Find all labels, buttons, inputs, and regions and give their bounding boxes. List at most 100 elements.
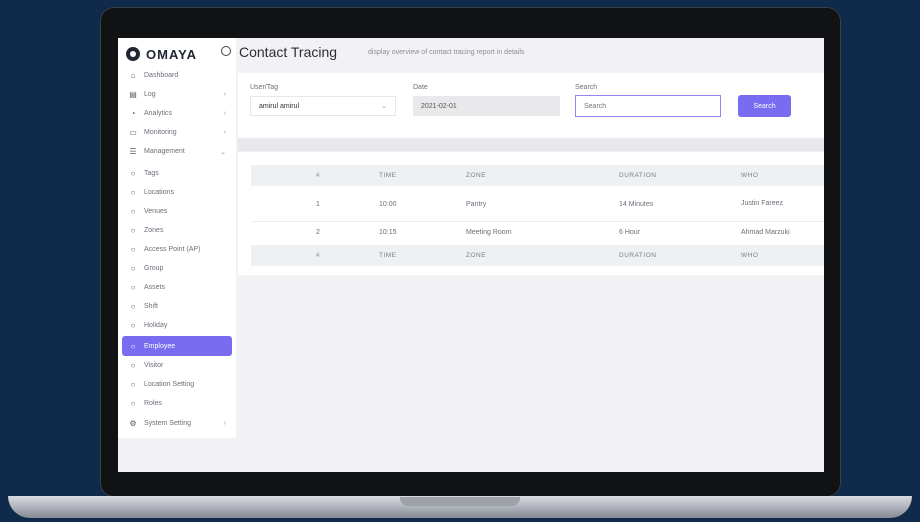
circle-icon: ○ (130, 399, 136, 408)
cell-who: Justin Fareez (741, 200, 784, 207)
cell-zone: Meeting Room (466, 229, 512, 236)
laptop-notch (400, 497, 520, 506)
sidebar-item-label: Group (144, 265, 164, 272)
chevron-down-icon: ⌄ (220, 148, 226, 156)
chevron-down-icon: ⌄ (381, 103, 387, 110)
column-header-zone: ZONE (466, 172, 487, 179)
sidebar-item-system-setting[interactable]: ⚙ System Setting › (122, 415, 232, 432)
sidebar-item-assets[interactable]: ○ Assets (122, 279, 232, 296)
sidebar-item-label: Venues (144, 208, 168, 215)
column-footer-number: # (316, 252, 321, 259)
circle-icon: ○ (130, 341, 136, 351)
sidebar-item-label: Management (144, 148, 185, 155)
sidebar-item-label: Tags (144, 170, 159, 177)
section-divider (238, 139, 824, 151)
sidebar-item-analytics[interactable]: ◔ Analytics › (122, 105, 232, 122)
sidebar-item-roles[interactable]: ○ Roles (122, 395, 232, 412)
search-label: Search (575, 84, 598, 91)
sidebar-item-label: Dashboard (144, 72, 179, 79)
sidebar-item-zones[interactable]: ○ Zones (122, 222, 232, 239)
circle-icon: ○ (130, 361, 136, 370)
sidebar-item-label: Zones (144, 227, 164, 234)
column-header-time: TIME (379, 172, 397, 179)
column-footer-time: TIME (379, 252, 397, 259)
column-footer-zone: ZONE (466, 252, 487, 259)
chevron-right-icon: › (223, 91, 226, 98)
cell-number: 1 (316, 200, 320, 208)
circle-icon: ○ (130, 207, 136, 216)
file-icon: ▤ (129, 90, 137, 99)
circle-icon: ○ (130, 380, 136, 389)
table-row[interactable]: 1 10:00 Pantry 14 Minutes Justin Fareez (251, 187, 824, 222)
page-subtitle: display overview of contact tracing repo… (368, 49, 525, 56)
chevron-right-icon: › (223, 110, 226, 117)
sidebar-item-label: Roles (144, 400, 162, 407)
sidebar-item-venues[interactable]: ○ Venues (122, 203, 232, 220)
table-header-row: # TIME ZONE DURATION WHO (251, 165, 824, 186)
circle-icon: ○ (130, 169, 136, 178)
user-tag-select[interactable]: amirul amirul ⌄ (250, 96, 396, 116)
table-footer-row: # TIME ZONE DURATION WHO (251, 245, 824, 266)
circle-icon: ○ (130, 321, 136, 330)
sidebar-item-label: Monitoring (144, 129, 177, 136)
date-value: 2021-02-01 (421, 102, 457, 110)
brand-logo[interactable]: OMAYA (126, 44, 197, 64)
column-footer-who: WHO (741, 251, 759, 259)
column-header-who: WHO (741, 171, 759, 179)
sidebar-item-employee[interactable]: ○ Employee (122, 336, 232, 356)
filter-panel: User/Tag amirul amirul ⌄ Date 2021-02-01… (238, 73, 824, 137)
column-footer-duration: DURATION (619, 252, 657, 259)
sidebar-item-locations[interactable]: ○ Locations (122, 184, 232, 201)
sidebar-item-access-point[interactable]: ○ Access Point (AP) (122, 241, 232, 258)
sidebar-item-shift[interactable]: ○ Shift (122, 298, 232, 315)
sidebar-item-management[interactable]: ☰ Management ⌄ (122, 143, 232, 160)
cell-zone: Pantry (466, 200, 487, 208)
cell-duration: 14 Minutes (619, 200, 654, 208)
monitor-icon: ▭ (129, 128, 137, 137)
chart-icon: ◔ (130, 109, 136, 118)
cell-time: 10:00 (379, 200, 397, 208)
sidebar-item-visitor[interactable]: ○ Visitor (122, 357, 232, 374)
sidebar-item-group[interactable]: ○ Group (122, 260, 232, 277)
home-icon: ⌂ (130, 71, 136, 80)
logo-icon (126, 47, 140, 61)
column-header-number: # (316, 172, 321, 179)
circle-icon: ○ (130, 302, 136, 311)
sidebar-item-tags[interactable]: ○ Tags (122, 165, 232, 182)
date-label: Date (413, 84, 428, 91)
page-title: Contact Tracing (239, 44, 338, 60)
user-tag-label: User/Tag (250, 84, 279, 91)
brand-name: OMAYA (146, 46, 198, 62)
circle-icon: ○ (130, 264, 136, 273)
table-row[interactable]: 2 10:15 Meeting Room 6 Hour Ahmad Marzuk… (251, 222, 824, 243)
sidebar-item-label: Assets (144, 284, 166, 291)
contact-table: # TIME ZONE DURATION WHO 1 10:00 Pantry … (238, 152, 824, 275)
server-icon: ☰ (129, 147, 137, 156)
sidebar-item-label: Holiday (144, 322, 168, 329)
sidebar-item-label: Access Point (AP) (144, 246, 201, 253)
chevron-right-icon: › (223, 420, 226, 427)
date-field[interactable]: 2021-02-01 (413, 96, 560, 116)
sidebar-item-label: Visitor (144, 362, 164, 369)
sidebar-item-monitoring[interactable]: ▭ Monitoring › (122, 124, 232, 141)
sidebar-item-label: Shift (144, 303, 159, 310)
circle-icon: ○ (130, 245, 136, 254)
sidebar-item-log[interactable]: ▤ Log › (122, 86, 232, 103)
sidebar-item-location-setting[interactable]: ○ Location Setting (122, 376, 232, 393)
sidebar-toggle-icon[interactable] (221, 46, 231, 56)
column-header-duration: DURATION (619, 172, 657, 179)
sidebar: OMAYA ⌂ Dashboard ▤ Log › ◔ Analytics › … (118, 38, 236, 438)
search-input[interactable] (575, 95, 721, 117)
sidebar-item-holiday[interactable]: ○ Holiday (122, 317, 232, 334)
search-button[interactable]: Search (738, 95, 791, 117)
sidebar-item-dashboard[interactable]: ⌂ Dashboard (122, 67, 232, 84)
sidebar-item-label: Locations (144, 189, 174, 196)
sidebar-item-label: Location Setting (144, 381, 195, 388)
circle-icon: ○ (130, 226, 136, 235)
circle-icon: ○ (130, 188, 136, 197)
sidebar-item-label: System Setting (144, 420, 192, 427)
sidebar-item-label: Employee (144, 342, 176, 350)
cell-duration: 6 Hour (619, 229, 641, 236)
cell-number: 2 (316, 229, 320, 236)
cell-who: Ahmad Marzuki (741, 228, 790, 236)
